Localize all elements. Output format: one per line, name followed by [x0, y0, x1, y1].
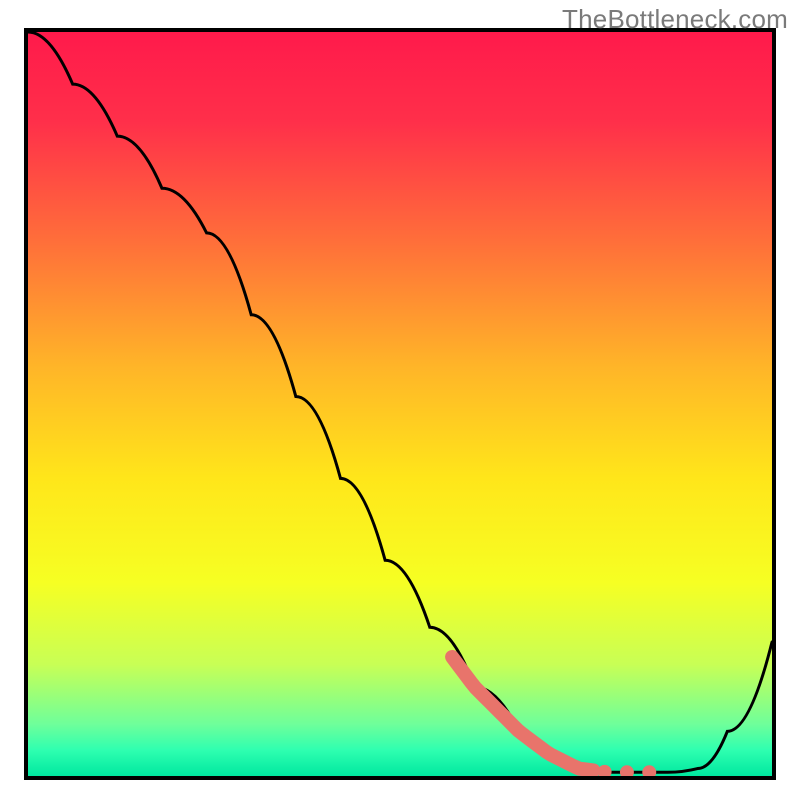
bottleneck-chart: [28, 32, 772, 776]
watermark-text: TheBottleneck.com: [562, 4, 788, 35]
chart-background-gradient: [28, 32, 772, 776]
chart-frame: [24, 28, 776, 780]
